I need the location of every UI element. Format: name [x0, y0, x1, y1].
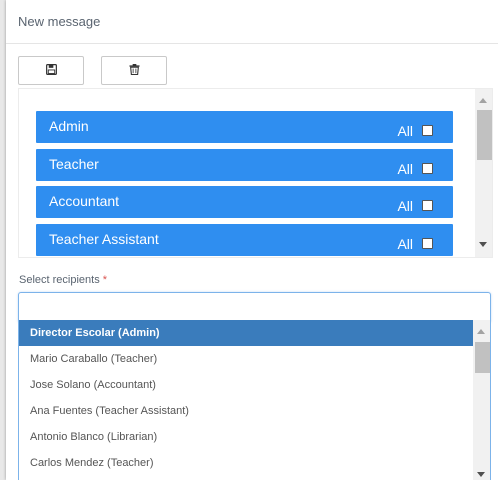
group-teacher-assistant[interactable]: Teacher Assistant All — [36, 224, 453, 257]
trash-icon — [128, 62, 140, 80]
recipients-label: Select recipients * — [19, 274, 107, 286]
recipient-option[interactable]: Mario Caraballo (Teacher) — [19, 346, 482, 372]
toolbar — [18, 56, 167, 85]
group-admin[interactable]: Admin All — [36, 111, 453, 143]
delete-button[interactable] — [101, 56, 167, 85]
save-button[interactable] — [18, 56, 84, 85]
dialog-header: New message — [6, 0, 498, 44]
scroll-up-arrow-icon[interactable] — [477, 329, 485, 334]
recipient-option[interactable]: Antonio Blanco (Librarian) — [19, 424, 482, 450]
group-all-checkbox[interactable] — [422, 238, 433, 250]
floppy-disk-icon — [45, 62, 57, 80]
groups-scrollbar[interactable] — [475, 89, 492, 257]
recipients-scrollbar[interactable] — [473, 320, 490, 480]
scroll-down-arrow-icon[interactable] — [477, 472, 485, 477]
recipients-dropdown: Director Escolar (Admin) Mario Caraballo… — [18, 320, 491, 480]
recipient-option[interactable]: Carlos Mendez (Teacher) — [19, 450, 482, 476]
group-all-checkbox[interactable] — [422, 200, 433, 212]
dialog-title: New message — [18, 14, 101, 29]
scroll-down-arrow-icon[interactable] — [479, 242, 487, 247]
recipient-option[interactable]: Ana Fuentes (Teacher Assistant) — [19, 398, 482, 424]
group-all-label: All — [397, 123, 413, 139]
recipients-label-text: Select recipients — [19, 274, 100, 286]
group-label: Accountant — [49, 193, 120, 210]
group-all-checkbox[interactable] — [422, 125, 433, 136]
group-all-checkbox[interactable] — [422, 162, 433, 174]
new-message-dialog: New message Admin All Teacher All Accoun… — [6, 0, 498, 480]
group-teacher[interactable]: Teacher All — [36, 148, 453, 181]
group-all-label: All — [397, 236, 413, 253]
group-all-label: All — [397, 198, 413, 215]
required-asterisk: * — [102, 274, 107, 286]
group-label: Teacher Assistant — [49, 231, 159, 248]
recipients-search-input[interactable] — [18, 292, 491, 322]
group-label: Teacher — [49, 155, 99, 172]
recipient-groups-panel: Admin All Teacher All Accountant All Tea… — [18, 88, 493, 258]
group-all-label: All — [397, 160, 413, 177]
scroll-up-arrow-icon[interactable] — [479, 98, 487, 103]
group-accountant[interactable]: Accountant All — [36, 186, 453, 219]
scrollbar-thumb[interactable] — [477, 110, 492, 160]
group-list: Admin All Teacher All Accountant All Tea… — [36, 111, 453, 257]
recipient-option[interactable]: Jose Solano (Accountant) — [19, 372, 482, 398]
scrollbar-thumb[interactable] — [475, 342, 490, 373]
group-label: Admin — [49, 118, 89, 134]
recipient-option[interactable]: Director Escolar (Admin) — [19, 320, 482, 346]
